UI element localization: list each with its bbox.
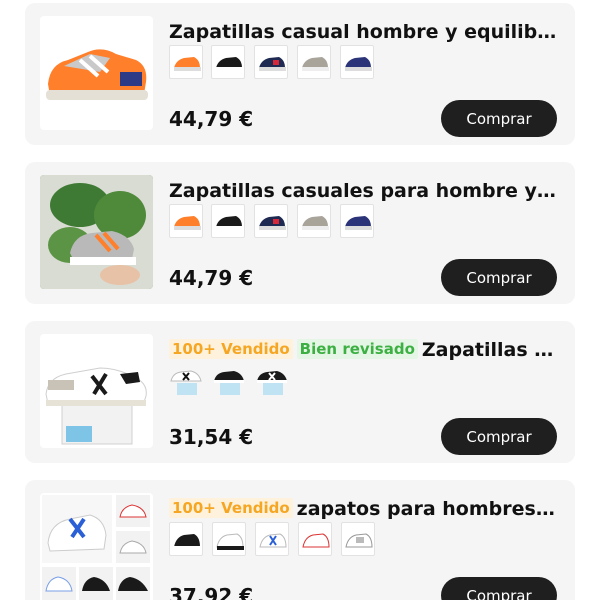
product-title[interactable]: Zapatillas casuales para hombre y equili… [169,178,561,204]
sneaker-image-white [45,367,147,445]
product-title-text: zapatos para hombres zapatillas de depor… [296,498,561,520]
variant-thumb[interactable] [298,522,332,556]
sneaker-image-orange [46,49,148,100]
product-image[interactable] [40,334,153,448]
product-image[interactable] [40,16,153,130]
product-price: 37,92 € [169,584,254,600]
variant-thumb[interactable] [211,204,245,238]
product-card[interactable]: 100+ Vendidozapatos para hombres zapatil… [25,480,575,600]
reviewed-badge: Bien revisado [296,339,418,359]
buy-button[interactable]: Comprar [441,418,557,455]
variant-thumb[interactable] [340,204,374,238]
buy-button[interactable]: Comprar [441,100,557,137]
variant-thumb[interactable] [254,45,288,79]
variant-thumb[interactable] [212,522,246,556]
product-price: 44,79 € [169,107,254,131]
product-title-text: Zapatillas deportivas blancas [421,339,561,361]
product-price: 44,79 € [169,266,254,290]
variant-thumb[interactable] [169,363,203,397]
sold-badge: 100+ Vendido [169,339,293,359]
product-image[interactable] [40,175,153,289]
variant-thumb[interactable] [169,522,203,556]
variant-thumb[interactable] [341,522,375,556]
product-title[interactable]: Zapatillas casual hombre y equilibrador … [169,19,561,45]
variant-thumb[interactable] [297,204,331,238]
variant-thumb[interactable] [212,363,246,397]
product-title[interactable]: 100+ VendidoBien revisadoZapatillas depo… [169,337,561,363]
product-card[interactable]: Zapatillas casuales para hombre y equili… [25,162,575,304]
sneaker-collage-image [42,495,150,600]
product-title[interactable]: 100+ Vendidozapatos para hombres zapatil… [169,496,561,522]
sneaker-image-plant [40,175,153,289]
buy-button[interactable]: Comprar [441,259,557,296]
product-price: 31,54 € [169,425,254,449]
sold-badge: 100+ Vendido [169,498,293,518]
variant-thumb[interactable] [211,45,245,79]
variant-thumb[interactable] [169,45,203,79]
product-image[interactable] [40,493,153,600]
variant-thumb[interactable] [297,45,331,79]
variant-thumb[interactable] [340,45,374,79]
product-card[interactable]: 100+ VendidoBien revisadoZapatillas depo… [25,321,575,463]
buy-button[interactable]: Comprar [441,577,557,600]
variant-thumb[interactable] [255,363,289,397]
variant-thumb[interactable] [169,204,203,238]
variant-thumb[interactable] [255,522,289,556]
product-card[interactable]: Zapatillas casual hombre y equilibrador … [25,3,575,145]
variant-thumb[interactable] [254,204,288,238]
